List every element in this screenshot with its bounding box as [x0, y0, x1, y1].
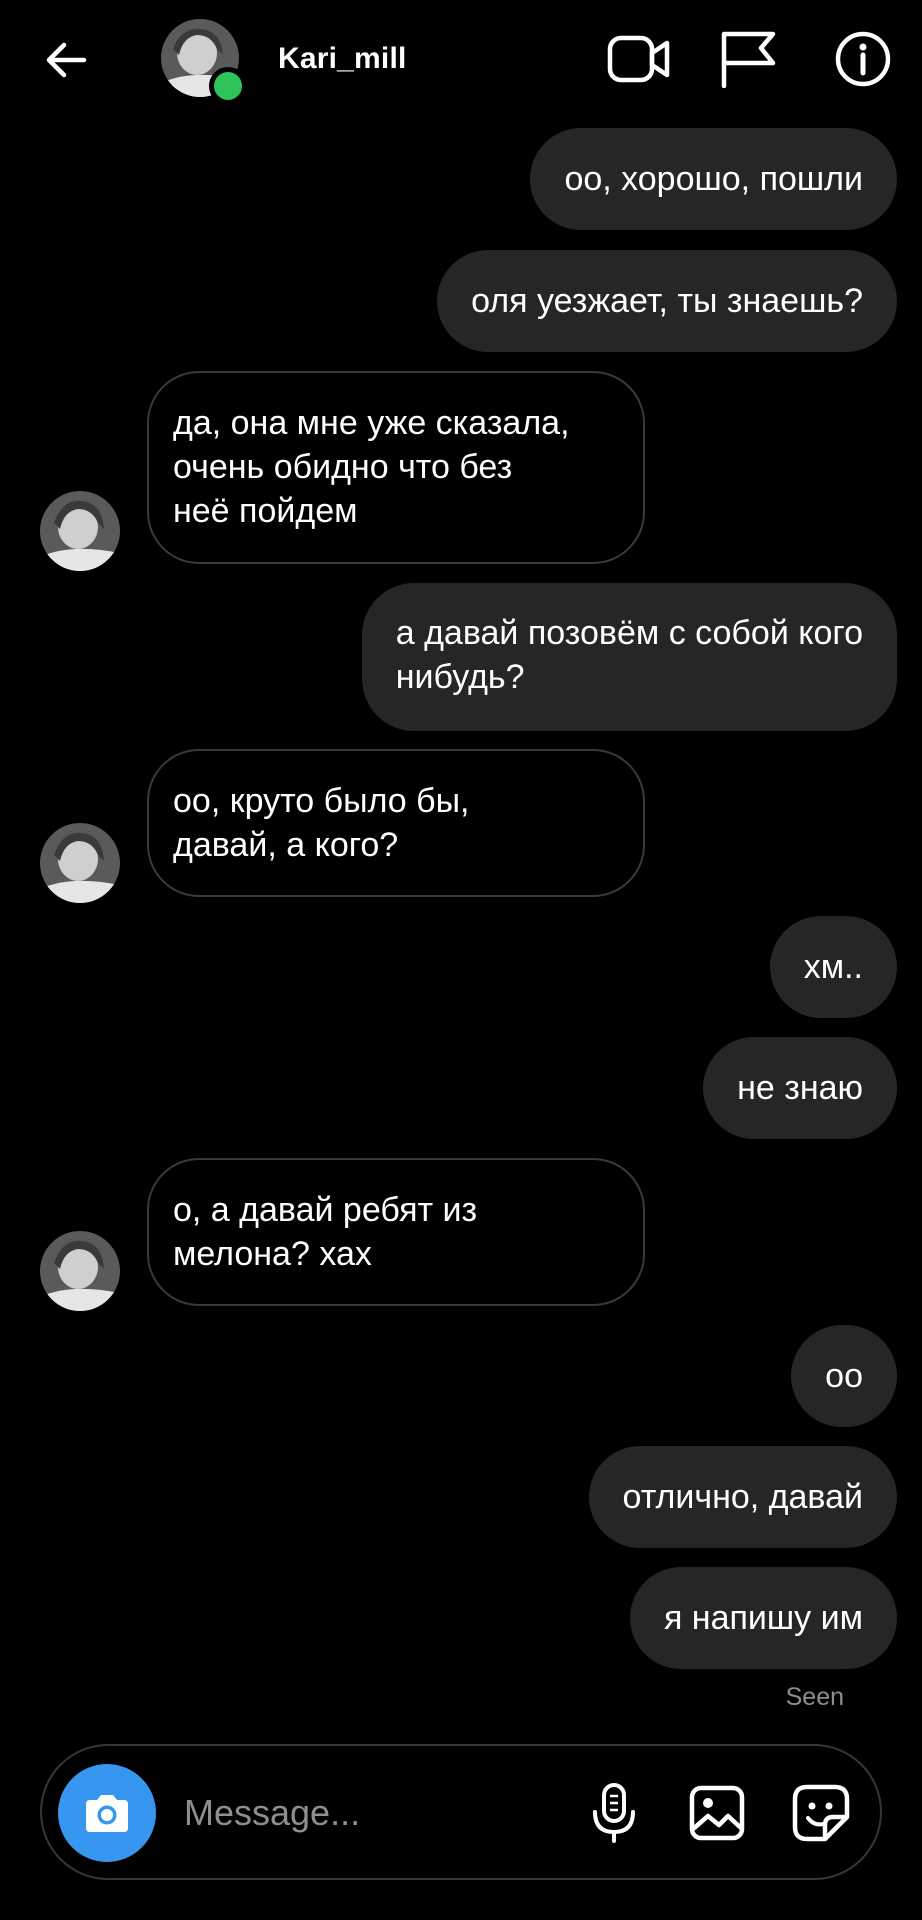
sticker-button[interactable] [784, 1776, 858, 1850]
incoming-message[interactable]: о, а давай ребят из мелона? хах [147, 1158, 645, 1306]
outgoing-message[interactable]: хм.. [769, 916, 897, 1018]
camera-icon [86, 1795, 128, 1832]
message-composer [40, 1744, 882, 1880]
contact-avatar[interactable] [161, 19, 247, 105]
seen-status: Seen [785, 1683, 844, 1711]
info-button[interactable] [828, 24, 898, 94]
outgoing-message[interactable]: отлично, давай [588, 1446, 897, 1548]
sender-avatar [40, 1231, 120, 1311]
sticker-icon [792, 1784, 850, 1842]
message-input[interactable] [184, 1786, 544, 1840]
video-call-icon [607, 35, 670, 83]
video-call-button[interactable] [604, 24, 674, 94]
incoming-message[interactable]: оо, круто было бы, давай, а кого? [147, 749, 645, 897]
report-button[interactable] [714, 24, 784, 94]
outgoing-message[interactable]: оо, хорошо, пошли [530, 128, 897, 230]
outgoing-message[interactable]: не знаю [703, 1037, 897, 1139]
outgoing-message[interactable]: я напишу им [629, 1567, 897, 1669]
camera-button[interactable] [58, 1764, 156, 1862]
microphone-icon [593, 1783, 635, 1843]
outgoing-message[interactable]: оо [791, 1325, 897, 1427]
incoming-message[interactable]: да, она мне уже сказала, очень обидно чт… [147, 371, 645, 564]
voice-message-button[interactable] [577, 1776, 651, 1850]
outgoing-message[interactable]: а давай позовём с собой кого нибудь? [361, 583, 897, 731]
sender-avatar [40, 491, 120, 571]
back-button[interactable] [36, 30, 96, 90]
contact-username[interactable]: Kari_mill [278, 42, 407, 76]
chat-header: Kari_mill [0, 0, 922, 120]
back-arrow-icon [46, 42, 87, 78]
online-status-indicator [209, 67, 247, 105]
sender-avatar [40, 823, 120, 903]
flag-icon [721, 31, 776, 88]
gallery-icon [689, 1785, 745, 1841]
gallery-button[interactable] [680, 1776, 754, 1850]
info-icon [835, 31, 891, 87]
outgoing-message[interactable]: оля уезжает, ты знаешь? [437, 250, 897, 352]
